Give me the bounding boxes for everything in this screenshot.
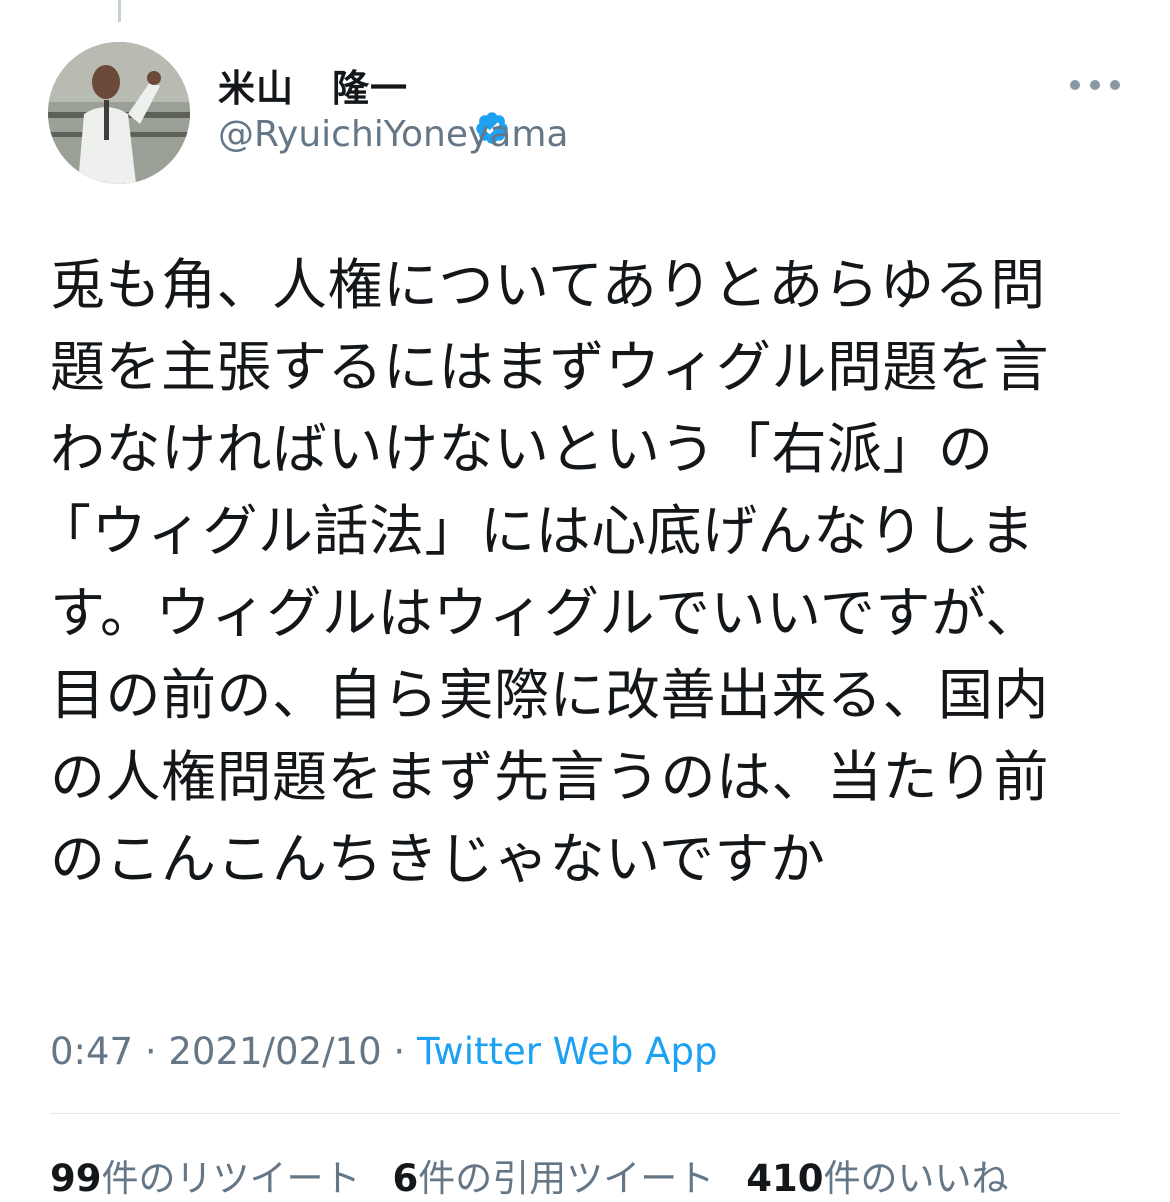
retweets-stat[interactable]: 99件のリツイート bbox=[50, 1148, 361, 1202]
tweet-text-line: 「ウィグル話法」には心底げんなりしま bbox=[36, 499, 1036, 563]
more-dot bbox=[1070, 80, 1080, 90]
likes-stat[interactable]: 410件のいいね bbox=[746, 1148, 1008, 1202]
more-dot bbox=[1110, 80, 1120, 90]
retweets-label: 件のリツイート bbox=[101, 1157, 361, 1200]
quotes-count: 6 bbox=[392, 1157, 419, 1200]
tweet-time[interactable]: 0:47 bbox=[50, 1030, 133, 1073]
engagement-stats: 99件のリツイート 6件の引用ツイート 410件のいいね bbox=[50, 1148, 1008, 1202]
more-dot bbox=[1090, 80, 1100, 90]
tweet-date[interactable]: 2021/02/10 bbox=[168, 1030, 381, 1073]
likes-label: 件のいいね bbox=[823, 1157, 1009, 1200]
tweet-text-line: のこんこんちきじゃないですか bbox=[50, 827, 826, 891]
more-options-icon[interactable] bbox=[1070, 70, 1120, 100]
tweet-text-line: 兎も角、人権についてありとあらゆる問 bbox=[50, 253, 1046, 317]
tweet-metadata: 0:47 · 2021/02/10 · Twitter Web App bbox=[50, 1030, 717, 1073]
tweet-text-line: 題を主張するにはまずウィグル問題を言 bbox=[50, 335, 1050, 399]
tweet-text-line: 目の前の、自ら実際に改善出来る、国内 bbox=[50, 663, 1050, 727]
likes-count: 410 bbox=[746, 1157, 824, 1200]
author-name: 米山 隆一 bbox=[218, 67, 408, 110]
tweet-text-line: の人権問題をまず先言うのは、当たり前 bbox=[50, 745, 1050, 809]
meta-separator: · bbox=[133, 1030, 169, 1073]
tweet-source-link[interactable]: Twitter Web App bbox=[417, 1030, 717, 1073]
author-name-row[interactable]: 米山 隆一 bbox=[218, 62, 508, 144]
quotes-stat[interactable]: 6件の引用ツイート bbox=[393, 1148, 715, 1202]
author-handle[interactable]: @RyuichiYoneyama bbox=[218, 114, 568, 155]
tweet-text-line: す。ウィグルはウィグルでいいですが、 bbox=[50, 581, 1041, 645]
avatar-photo bbox=[48, 42, 190, 184]
thread-connector-line bbox=[118, 0, 121, 22]
tweet-text-line: わなければいけないという「右派」の bbox=[50, 417, 994, 481]
retweets-count: 99 bbox=[50, 1157, 102, 1200]
tweet-text: 兎も角、人権についてありとあらゆる問 題を主張するにはまずウィグル問題を言 わな… bbox=[36, 244, 1140, 900]
meta-separator: · bbox=[381, 1030, 417, 1073]
verified-badge-icon bbox=[418, 67, 508, 144]
divider bbox=[50, 1113, 1120, 1114]
quotes-label: 件の引用ツイート bbox=[418, 1157, 715, 1200]
avatar[interactable] bbox=[48, 42, 190, 184]
